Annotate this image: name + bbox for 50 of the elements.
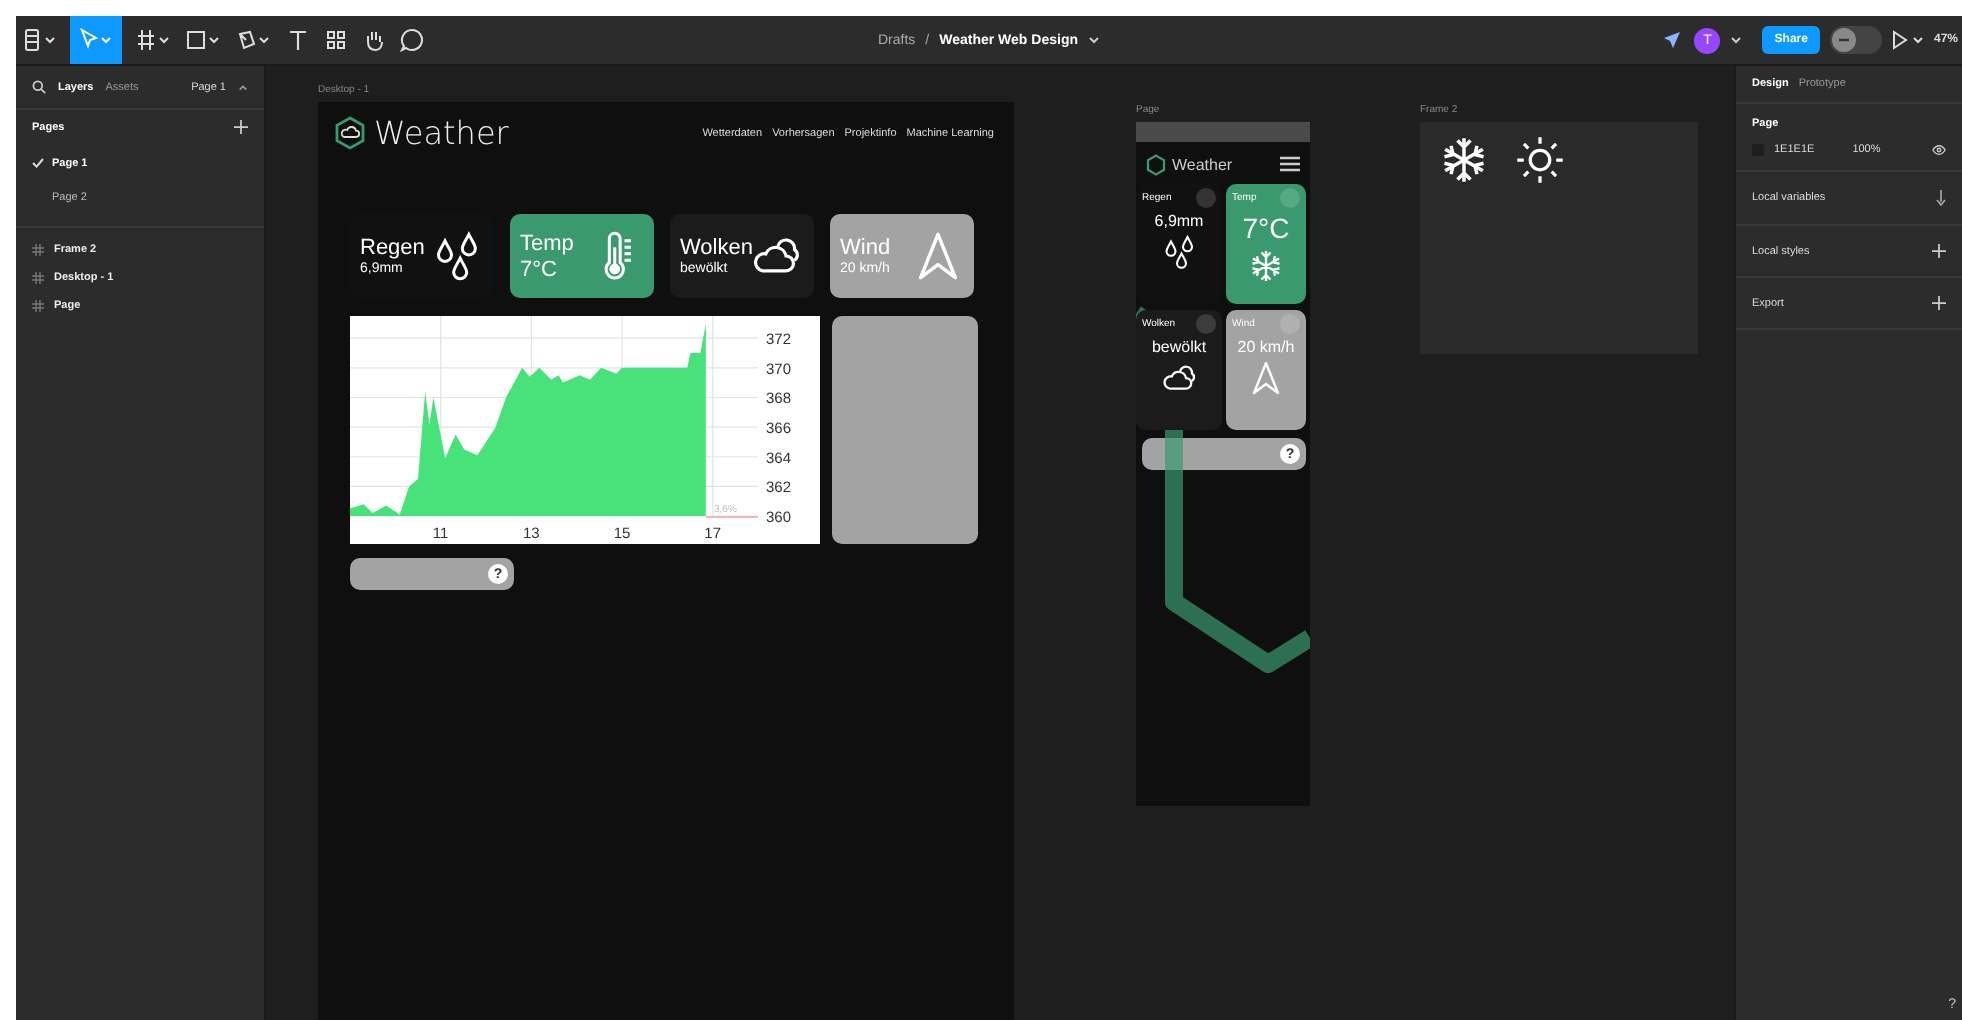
add-icon[interactable] [1932,244,1946,258]
logo-text: Weather [374,114,509,152]
components-icon[interactable] [324,28,348,52]
comment-icon[interactable] [400,28,424,52]
card-title: Wind [840,236,891,260]
cursor-icon[interactable] [1660,28,1685,52]
text-tool-icon[interactable] [286,28,310,52]
eye-icon[interactable] [1932,144,1946,156]
dev-mode-toggle-icon[interactable] [1829,26,1882,54]
caret-icon[interactable] [238,83,248,91]
frame-icon [32,244,44,256]
card-value: 7°C [1242,212,1290,244]
status-circle-icon [1280,314,1300,334]
snowflake-icon [1438,134,1490,186]
checkmark-icon [32,158,44,168]
sun-icon [1514,134,1566,186]
card-value: 7°C [520,257,559,281]
hexagon-logo-icon [1146,153,1166,175]
status-circle-icon [1196,314,1216,334]
add-icon[interactable] [1932,296,1946,310]
cloud-icon [1161,360,1197,396]
variables-icon[interactable] [1936,190,1946,206]
logo-icon [334,116,366,150]
card-title: Temp [520,231,574,255]
card-value: bewölkt [1151,338,1207,356]
add-icon[interactable] [234,120,248,134]
status-circle-icon [1280,188,1300,208]
snowflake-icon [1248,248,1284,284]
play-icon[interactable] [1891,30,1924,50]
caret-icon[interactable] [1088,36,1100,44]
caret-icon[interactable] [1730,36,1743,44]
move-tool-button[interactable] [70,16,122,64]
main-menu-icon[interactable] [24,28,56,52]
search-icon[interactable] [32,80,46,94]
hand-tool-icon[interactable] [362,28,386,52]
rectangle-tool-icon[interactable] [186,28,222,52]
menu-icon[interactable] [1280,156,1300,172]
card-title: Wolken [680,236,753,260]
frame-icon [32,272,44,284]
logo-text: Weather [1172,155,1233,173]
navigation-arrow-icon [1248,360,1284,396]
card-value: 20 km/h [1237,338,1295,356]
raindrops-icon [1161,234,1197,270]
cursor-icon [78,28,114,52]
status-circle-icon [1196,188,1216,208]
card-value: 6,9mm [1154,212,1204,230]
pen-tool-icon[interactable] [236,28,272,52]
frame-icon [32,300,44,312]
card-title: Regen [360,236,425,260]
frame-tool-icon[interactable] [136,28,172,52]
